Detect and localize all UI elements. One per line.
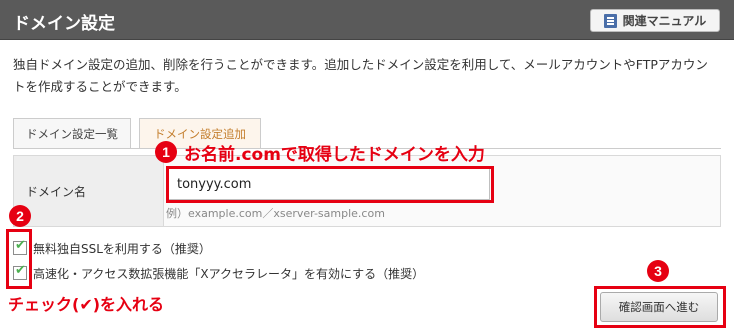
annotation-text-2: チェック(✔)を入れる — [8, 295, 165, 314]
page-header: ドメイン設定 関連マニュアル — [0, 0, 734, 40]
annotation-text-1: お名前.comで取得したドメインを入力 — [184, 145, 485, 165]
related-manual-label: 関連マニュアル — [622, 14, 707, 28]
annotation-box-confirm-button — [594, 286, 726, 328]
tab-domain-list[interactable]: ドメイン設定一覧 — [13, 118, 131, 148]
accelerator-option-label: 高速化・アクセス数拡張機能「Xアクセラレータ」を有効にする（推奨） — [33, 266, 425, 281]
page-title: ドメイン設定 — [13, 14, 115, 34]
book-icon — [603, 13, 617, 28]
annotation-box-domain-input — [166, 166, 494, 203]
annotation-number-1: 1 — [155, 141, 177, 163]
ssl-option-label: 無料独自SSLを利用する（推奨） — [33, 241, 211, 256]
ssl-option: 無料独自SSLを利用する（推奨） — [13, 238, 211, 258]
annotation-box-checkboxes — [6, 229, 32, 289]
domain-name-label: ドメイン名 — [14, 156, 164, 226]
page-description: 独自ドメイン設定の追加、削除を行うことができます。追加したドメイン設定を利用して… — [13, 57, 708, 94]
related-manual-button[interactable]: 関連マニュアル — [590, 9, 720, 32]
annotation-number-2: 2 — [9, 205, 31, 227]
accelerator-option: 高速化・アクセス数拡張機能「Xアクセラレータ」を有効にする（推奨） — [13, 263, 424, 283]
annotation-number-3: 3 — [647, 260, 669, 282]
domain-example-hint: 例）example.com／xserver-sample.com — [166, 207, 385, 220]
